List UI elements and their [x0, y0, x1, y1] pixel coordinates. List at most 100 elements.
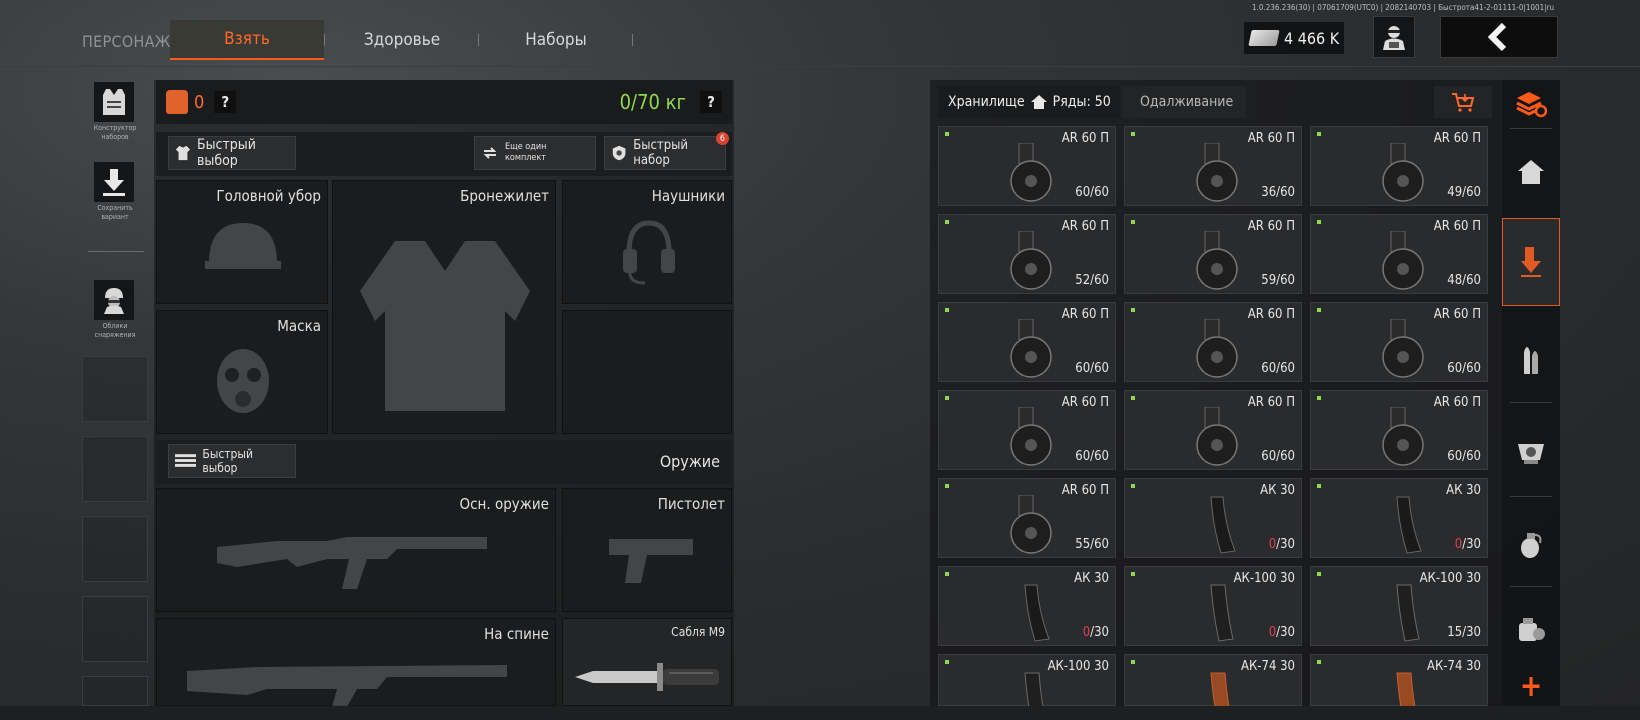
equipment-skins-button[interactable]	[94, 280, 134, 320]
tab-take[interactable]: Взять	[170, 20, 324, 60]
storage-item[interactable]: AR 60 П 60/60	[938, 302, 1116, 382]
extra-armor-slot[interactable]	[562, 310, 732, 434]
quick-select-button[interactable]: Быстрый выбор	[168, 136, 296, 170]
profile-button[interactable]	[1373, 16, 1415, 58]
drum-magazine-icon	[1010, 407, 1052, 466]
storage-item[interactable]: AR 60 П 60/60	[938, 126, 1116, 206]
weapons-quick-select-button[interactable]: Быстрый выбор	[168, 444, 296, 478]
backpack-help-button[interactable]: ?	[214, 91, 237, 113]
storage-item[interactable]: AR 60 П 48/60	[1310, 214, 1488, 294]
storage-item[interactable]: AR 60 П 60/60	[938, 390, 1116, 470]
cash-icon	[1248, 30, 1280, 46]
item-marker	[1317, 132, 1321, 136]
weapons-quick-select-label: Быстрый выбор	[202, 447, 253, 475]
item-name: AR 60 П	[1061, 307, 1109, 322]
storage-item[interactable]: АК-74 30	[1310, 654, 1488, 720]
back-weapon-slot[interactable]: На спине	[156, 618, 556, 707]
item-name: АК 30	[1260, 483, 1295, 498]
item-count: 36/60	[1261, 185, 1295, 200]
item-count: 0/30	[1269, 537, 1295, 552]
item-marker	[1317, 396, 1321, 400]
item-count-capacity: 60	[1280, 185, 1295, 200]
rail-gear-button[interactable]	[1502, 594, 1560, 662]
preset-slot[interactable]	[82, 516, 148, 582]
shield-icon	[612, 145, 626, 161]
preset-slot[interactable]	[82, 356, 148, 422]
item-marker	[945, 220, 949, 224]
equipment-header: 0 ? 0/70 кг ?	[156, 80, 732, 124]
another-set-button[interactable]: Еще один комплект	[474, 136, 596, 170]
storage-item[interactable]: AR 60 П 49/60	[1310, 126, 1488, 206]
storage-item[interactable]: AR 60 П 36/60	[1124, 126, 1302, 206]
drum-magazine-icon	[1010, 319, 1052, 378]
tab-health[interactable]: Здоровье	[340, 20, 464, 60]
rail-ammo-download-button[interactable]	[1502, 218, 1560, 306]
headphones-slot[interactable]: Наушники	[562, 180, 732, 304]
headphones-placeholder-icon	[623, 220, 675, 285]
storage-item[interactable]: AR 60 П 60/60	[1124, 390, 1302, 470]
currency-amount: 4 466 K	[1284, 28, 1340, 48]
item-count: 0/30	[1455, 537, 1481, 552]
headphones-label: Наушники	[651, 187, 725, 205]
item-count-current: 36	[1261, 185, 1277, 200]
drum-magazine-icon	[1196, 231, 1238, 290]
mask-slot[interactable]: Маска	[156, 310, 328, 434]
rail-divider	[1510, 128, 1552, 129]
rail-sights-button[interactable]	[1502, 410, 1560, 494]
build-version: 1.0.236.236(30) | 07061709(UTC0) | 20821…	[1252, 3, 1555, 12]
item-count-current: 60	[1261, 361, 1277, 376]
tab-sets[interactable]: Наборы	[494, 20, 618, 60]
item-count-current: 60	[1075, 185, 1091, 200]
preset-slot[interactable]	[82, 436, 148, 502]
item-name: АК-100 30	[1233, 571, 1295, 586]
tab-lending[interactable]: Одалживание	[1122, 86, 1246, 118]
vest-slot[interactable]: Бронежилет	[332, 180, 556, 434]
storage-item[interactable]: АК 30 0/30	[1310, 478, 1488, 558]
storage-item[interactable]: АК-100 30 0/30	[1124, 566, 1302, 646]
storage-item[interactable]: AR 60 П 52/60	[938, 214, 1116, 294]
tab-storage[interactable]: Хранилище Ряды: 50	[938, 86, 1120, 118]
set-constructor-label: Конструктор наборов	[93, 124, 137, 141]
item-count: 0/30	[1083, 625, 1109, 640]
rail-home-button[interactable]	[1502, 136, 1560, 208]
storage-item[interactable]: АК 30 0/30	[938, 566, 1116, 646]
quick-set-label: Быстрый набор	[633, 138, 688, 168]
storage-item[interactable]: АК-100 30 15/30	[1310, 566, 1488, 646]
set-constructor-button[interactable]	[94, 82, 134, 122]
preset-slot[interactable]	[82, 676, 148, 706]
primary-weapon-slot[interactable]: Осн. оружие	[156, 488, 556, 612]
storage-item[interactable]: AR 60 П 60/60	[1310, 302, 1488, 382]
save-variant-button[interactable]	[94, 162, 134, 202]
storage-item[interactable]: AR 60 П 55/60	[938, 478, 1116, 558]
item-name: AR 60 П	[1433, 219, 1481, 234]
storage-item[interactable]: AR 60 П 59/60	[1124, 214, 1302, 294]
rail-ammo-button[interactable]	[1502, 316, 1560, 398]
preset-slot[interactable]	[82, 596, 148, 662]
rail-grenades-button[interactable]	[1502, 504, 1560, 584]
storage-item[interactable]: AR 60 П 60/60	[1310, 390, 1488, 470]
back-button[interactable]	[1440, 16, 1558, 58]
shop-cart-button[interactable]	[1434, 86, 1492, 118]
ak-magazine-icon	[1210, 496, 1236, 554]
storage-item[interactable]: АК-100 30	[938, 654, 1116, 720]
headgear-slot[interactable]: Головной убор	[156, 180, 328, 304]
storage-item[interactable]: АК 30 0/30	[1124, 478, 1302, 558]
storage-item[interactable]: АК-74 30	[1124, 654, 1302, 720]
item-count: 52/60	[1075, 273, 1109, 288]
melee-slot[interactable]: Сабля М9	[562, 618, 732, 706]
backpack-icon	[166, 90, 188, 114]
weight-help-button[interactable]: ?	[700, 91, 722, 113]
storage-item[interactable]: AR 60 П 60/60	[1124, 302, 1302, 382]
pistol-slot[interactable]: Пистолет	[562, 488, 732, 612]
rail-add-button[interactable]: +	[1502, 666, 1560, 706]
item-marker	[1131, 572, 1135, 576]
item-marker	[1131, 484, 1135, 488]
drum-magazine-icon	[1196, 143, 1238, 202]
item-marker	[1317, 308, 1321, 312]
item-count-capacity: 60	[1094, 449, 1109, 464]
rail-sets-button[interactable]	[1502, 84, 1560, 124]
quick-set-button[interactable]: Быстрый набор 6	[604, 132, 729, 170]
top-divider	[0, 66, 1640, 67]
vest-placeholder-icon	[360, 241, 530, 411]
currency-display[interactable]: 4 466 K	[1244, 22, 1344, 54]
